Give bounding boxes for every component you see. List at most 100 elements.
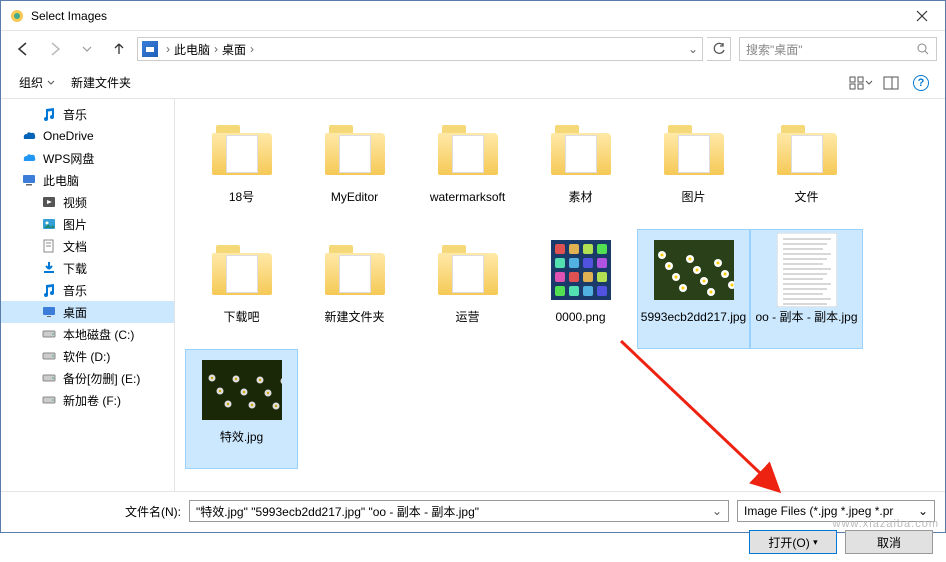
help-button[interactable]: ? — [907, 71, 935, 95]
open-button[interactable]: 打开(O) ▾ — [749, 530, 837, 554]
sidebar-item-video[interactable]: 视频 — [1, 191, 174, 213]
item-label: 5993ecb2dd217.jpg — [641, 310, 746, 324]
folder-item[interactable]: 图片 — [637, 109, 750, 229]
folder-item[interactable]: MyEditor — [298, 109, 411, 229]
thumbnail — [767, 114, 847, 186]
sidebar-item-music[interactable]: 音乐 — [1, 103, 174, 125]
item-label: 18号 — [229, 190, 254, 204]
thumbnail — [202, 114, 282, 186]
folder-item[interactable]: 文件 — [750, 109, 863, 229]
sidebar-item-documents[interactable]: 文档 — [1, 235, 174, 257]
item-label: 0000.png — [555, 310, 605, 324]
onedrive-icon — [21, 128, 37, 144]
sidebar-item-label: 音乐 — [63, 282, 87, 299]
sidebar-item-pictures[interactable]: 图片 — [1, 213, 174, 235]
music-icon — [41, 282, 57, 298]
sidebar-item-drive[interactable]: 本地磁盘 (C:) — [1, 323, 174, 345]
sidebar-item-music[interactable]: 音乐 — [1, 279, 174, 301]
file-type-filter[interactable]: Image Files (*.jpg *.jpeg *.pr ⌄ — [737, 500, 935, 522]
sidebar-item-wps[interactable]: WPS网盘 — [1, 147, 174, 169]
folder-item[interactable]: 运营 — [411, 229, 524, 349]
sidebar-item-onedrive[interactable]: OneDrive — [1, 125, 174, 147]
thumbnail — [767, 234, 847, 306]
sidebar-item-label: 本地磁盘 (C:) — [63, 326, 134, 343]
sidebar-item-label: WPS网盘 — [43, 150, 94, 167]
item-label: 新建文件夹 — [324, 310, 384, 324]
breadcrumb-segment[interactable]: 桌面 — [222, 41, 246, 58]
chevron-down-icon[interactable]: ⌄ — [688, 42, 698, 56]
drive-icon — [41, 326, 57, 342]
sidebar-item-label: 音乐 — [63, 106, 87, 123]
thumbnail — [654, 234, 734, 306]
image-item[interactable]: 0000.png — [524, 229, 637, 349]
item-label: MyEditor — [331, 190, 378, 204]
thumbnail — [315, 234, 395, 306]
image-item[interactable]: oo - 副本 - 副本.jpg — [750, 229, 863, 349]
sidebar-item-label: 视频 — [63, 194, 87, 211]
image-item[interactable]: 特效.jpg — [185, 349, 298, 469]
drive-icon — [41, 392, 57, 408]
item-label: 下载吧 — [223, 310, 259, 324]
close-button[interactable] — [899, 1, 945, 31]
folder-item[interactable]: 新建文件夹 — [298, 229, 411, 349]
sidebar-item-drive[interactable]: 新加卷 (F:) — [1, 389, 174, 411]
app-icon — [9, 8, 25, 24]
search-icon — [916, 42, 930, 56]
thumbnail — [202, 354, 282, 426]
toolbar: 组织 新建文件夹 ? — [1, 67, 945, 99]
refresh-button[interactable] — [707, 37, 731, 61]
video-icon — [41, 194, 57, 210]
sidebar-item-drive[interactable]: 软件 (D:) — [1, 345, 174, 367]
up-button[interactable] — [105, 35, 133, 63]
file-list[interactable]: 18号 MyEditor watermarksoft 素材图片 文件下载吧 新建文件夹 运营… — [175, 99, 945, 491]
item-label: 图片 — [681, 190, 705, 204]
sidebar-item-label: 软件 (D:) — [63, 348, 110, 365]
thumbnail — [541, 234, 621, 306]
new-folder-button[interactable]: 新建文件夹 — [63, 70, 139, 95]
chevron-down-icon[interactable]: ⌄ — [918, 504, 928, 518]
forward-button[interactable] — [41, 35, 69, 63]
filename-label: 文件名(N): — [11, 503, 181, 520]
thumbnail — [428, 234, 508, 306]
sidebar-item-pc[interactable]: 此电脑 — [1, 169, 174, 191]
back-button[interactable] — [9, 35, 37, 63]
preview-pane-button[interactable] — [877, 71, 905, 95]
search-input[interactable]: 搜索"桌面" — [739, 37, 937, 61]
pc-icon — [21, 172, 37, 188]
breadcrumb-segment[interactable]: 此电脑 — [174, 41, 210, 58]
item-label: oo - 副本 - 副本.jpg — [755, 310, 857, 324]
image-item[interactable]: 5993ecb2dd217.jpg — [637, 229, 750, 349]
sidebar-item-label: 此电脑 — [43, 172, 79, 189]
chevron-down-icon[interactable]: ⌄ — [712, 504, 722, 518]
item-label: 特效.jpg — [220, 430, 263, 444]
breadcrumb[interactable]: › 此电脑 › 桌面 › ⌄ — [137, 37, 703, 61]
chevron-right-icon: › — [210, 42, 222, 56]
sidebar-item-label: 下载 — [63, 260, 87, 277]
thumbnail — [654, 114, 734, 186]
sidebar-item-downloads[interactable]: 下载 — [1, 257, 174, 279]
view-icons-button[interactable] — [847, 71, 875, 95]
folder-item[interactable]: 素材 — [524, 109, 637, 229]
recent-dropdown[interactable] — [73, 35, 101, 63]
nav-row: › 此电脑 › 桌面 › ⌄ 搜索"桌面" — [1, 31, 945, 67]
thumbnail — [315, 114, 395, 186]
sidebar-item-drive[interactable]: 备份[勿删] (E:) — [1, 367, 174, 389]
chevron-right-icon: › — [246, 42, 258, 56]
folder-item[interactable]: watermarksoft — [411, 109, 524, 229]
documents-icon — [41, 238, 57, 254]
item-label: watermarksoft — [430, 190, 505, 204]
sidebar-item-desktop[interactable]: 桌面 — [1, 301, 174, 323]
sidebar: 音乐OneDriveWPS网盘此电脑视频图片文档下载音乐桌面本地磁盘 (C:)软… — [1, 99, 175, 491]
filename-input[interactable]: "特效.jpg" "5993ecb2dd217.jpg" "oo - 副本 - … — [189, 500, 729, 522]
titlebar: Select Images — [1, 1, 945, 31]
downloads-icon — [41, 260, 57, 276]
sidebar-item-label: 图片 — [63, 216, 87, 233]
item-label: 文件 — [794, 190, 818, 204]
cancel-button[interactable]: 取消 — [845, 530, 933, 554]
folder-item[interactable]: 18号 — [185, 109, 298, 229]
folder-item[interactable]: 下载吧 — [185, 229, 298, 349]
sidebar-item-label: 备份[勿删] (E:) — [63, 370, 140, 387]
wps-icon — [21, 150, 37, 166]
organize-button[interactable]: 组织 — [11, 70, 63, 95]
thumbnail — [541, 114, 621, 186]
